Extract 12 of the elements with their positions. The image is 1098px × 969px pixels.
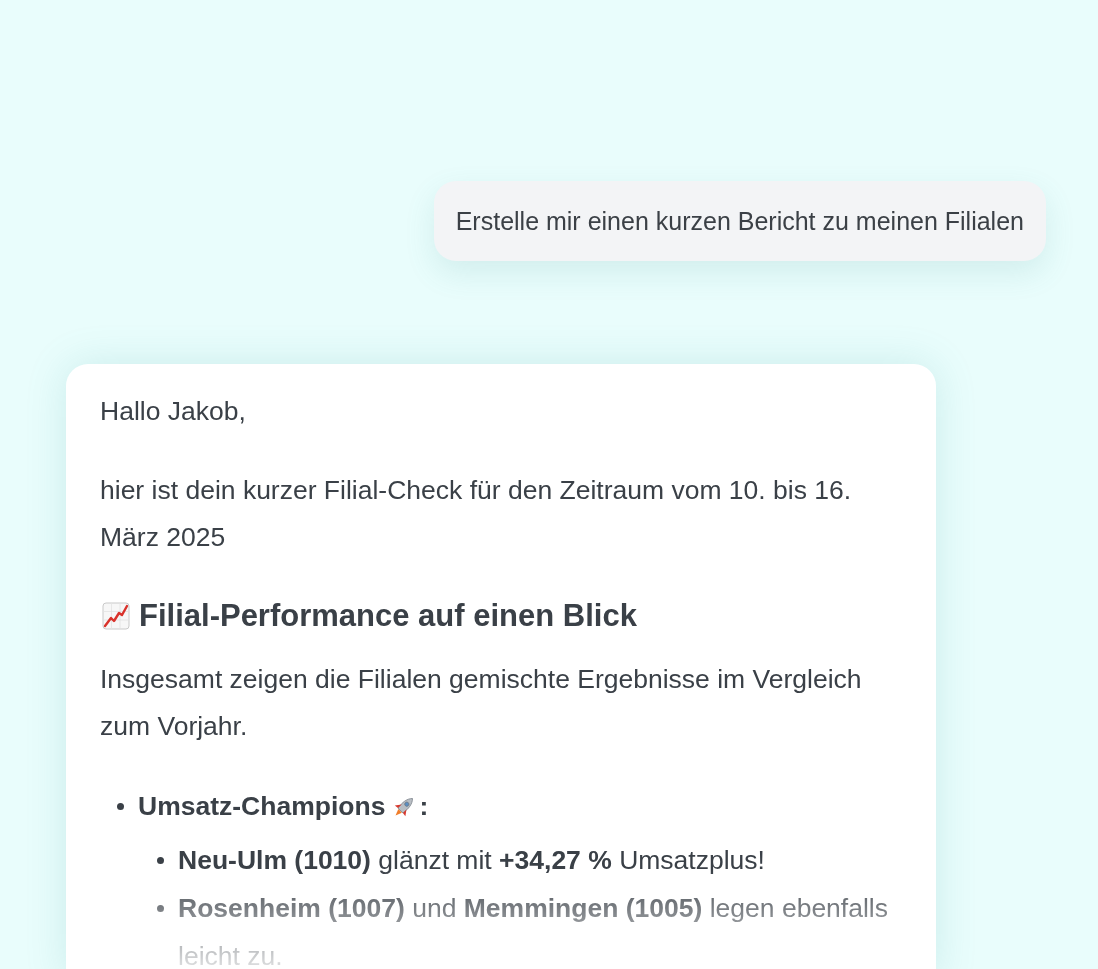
user-message-bubble: Erstelle mir einen kurzen Bericht zu meinen Filialen <box>433 181 1046 261</box>
intro-paragraph: hier ist dein kurzer Filial-Check für den Zeitraum vom 10. bis 16. März 2025 <box>100 474 853 554</box>
bullet-icon <box>157 857 164 864</box>
list-heading-text: Umsatz-Champions <box>138 790 386 823</box>
greeting-text: Hallo Jakob, <box>100 395 247 428</box>
summary-paragraph: Insgesamt zeigen die Filialen gemischte Ergebnisse im Vergleich zum Vorjahr. <box>100 663 863 743</box>
section-heading: Filial-Performance auf einen Blick <box>139 597 637 635</box>
list-heading-colon: : <box>419 790 429 823</box>
chart-increasing-icon <box>102 602 130 630</box>
bullet-icon <box>117 803 124 810</box>
list-item-text: Neu-Ulm (1010) glänzt mit +34,27 % Umsatzplus! <box>178 844 765 877</box>
bullet-icon <box>157 905 164 912</box>
